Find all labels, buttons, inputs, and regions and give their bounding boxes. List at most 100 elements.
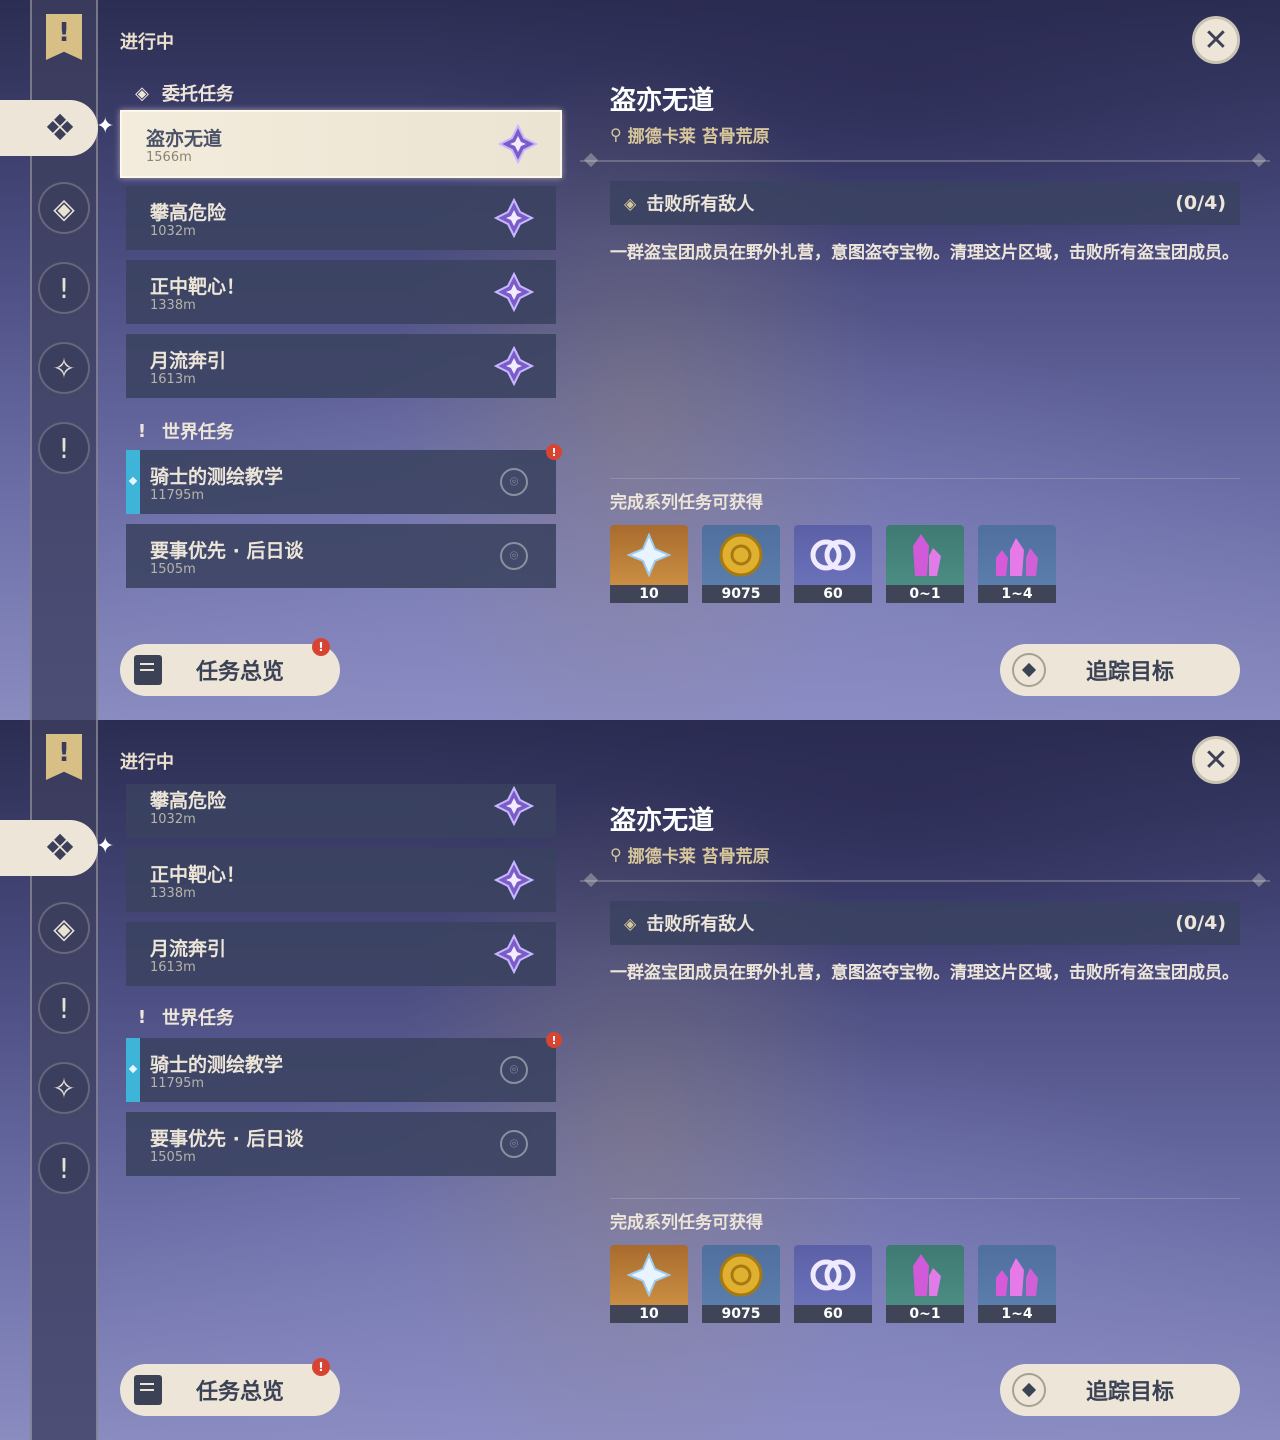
- quest-item[interactable]: 正中靶心！ 1338m: [126, 260, 556, 324]
- reward-mora[interactable]: 9075: [702, 525, 780, 603]
- rail-story-tab[interactable]: !: [38, 262, 90, 314]
- commission-star-icon: [494, 198, 534, 238]
- quest-title: 盗亦无道: [146, 128, 223, 150]
- quest-overview-label: 任务总览: [196, 660, 285, 685]
- commission-star-icon: [494, 934, 534, 974]
- reward-count: 1~4: [978, 585, 1056, 603]
- reward-count: 0~1: [886, 585, 964, 603]
- rail-archon-tab[interactable]: ◈: [38, 182, 90, 234]
- quest-distance: 1613m: [150, 960, 196, 975]
- reward-primogem[interactable]: 10: [610, 525, 688, 603]
- divider: [610, 1198, 1240, 1199]
- status-heading: 进行中: [120, 32, 174, 53]
- rewards-label: 完成系列任务可获得: [610, 1213, 763, 1233]
- objective-text: 击败所有敌人: [646, 194, 755, 215]
- commission-icon: ❖: [43, 107, 77, 149]
- close-button[interactable]: ✕: [1192, 16, 1240, 64]
- map-pin-icon[interactable]: ⌾: [500, 542, 528, 570]
- commission-group-label: 委托任务: [162, 84, 234, 105]
- quest-distance: 11795m: [150, 1076, 205, 1091]
- commission-star-icon: [494, 272, 534, 312]
- map-pin-icon[interactable]: ⌾: [500, 1056, 528, 1084]
- quest-panel-top: ! ❖ ✦ ◈ ! ✧ ! 进行中 ◈ 委托任务 盗亦无道 1566m 攀高危险…: [0, 0, 1280, 720]
- quest-title: 攀高危险: [150, 790, 227, 812]
- rail-commission-tab[interactable]: ❖: [0, 100, 98, 156]
- quest-distance: 1032m: [150, 812, 196, 827]
- alert-badge: !: [312, 1358, 330, 1376]
- reward-companionship[interactable]: 60: [794, 1245, 872, 1323]
- objective-text: 击败所有敌人: [646, 914, 755, 935]
- detail-location: ⚲ 挪德卡莱 苔骨荒原: [610, 842, 770, 867]
- alert-badge: !: [312, 638, 330, 656]
- world-group-heading: ! 世界任务: [132, 418, 234, 444]
- quest-overview-button[interactable]: 任务总览 !: [120, 638, 340, 696]
- reward-count: 60: [794, 1305, 872, 1323]
- map-pin-icon[interactable]: ⌾: [500, 1130, 528, 1158]
- quest-item[interactable]: 要事优先 · 后日谈 1505m ⌾: [126, 1112, 556, 1176]
- divider: [580, 880, 1270, 882]
- reward-crystal[interactable]: 0~1: [886, 1245, 964, 1323]
- quest-item-active[interactable]: 盗亦无道 1566m: [120, 110, 562, 178]
- track-target-button[interactable]: 追踪目标: [1000, 1364, 1240, 1416]
- reward-crystal[interactable]: 0~1: [886, 525, 964, 603]
- quest-item[interactable]: 月流奔引 1613m: [126, 334, 556, 398]
- quest-item[interactable]: 攀高危险 1032m: [126, 784, 556, 838]
- commission-star-icon: [498, 124, 538, 164]
- quest-description: 一群盗宝团成员在野外扎营，意图盗夺宝物。清理这片区域，击败所有盗宝团成员。: [610, 963, 1239, 983]
- detail-title: 盗亦无道: [610, 806, 715, 836]
- track-target-button[interactable]: 追踪目标: [1000, 644, 1240, 696]
- track-target-label: 追踪目标: [1086, 660, 1175, 685]
- commission-star-icon: [494, 346, 534, 386]
- map-pin-icon[interactable]: ⌾: [500, 468, 528, 496]
- reward-primogem[interactable]: 10: [610, 1245, 688, 1323]
- quest-list-viewport[interactable]: 攀高危险 1032m 正中靶心！ 1338m 月流奔引 1613m ! 世界任务: [0, 784, 580, 1204]
- quest-distance: 1505m: [150, 562, 196, 577]
- quest-title: 骑士的测绘教学: [150, 1054, 284, 1076]
- objective-row: ◈ 击败所有敌人 (0/4): [610, 181, 1240, 225]
- quest-title: 攀高危险: [150, 202, 227, 224]
- quest-overview-button[interactable]: 任务总览 !: [120, 1358, 340, 1416]
- reward-count: 10: [610, 1305, 688, 1323]
- world-exclamation-icon: !: [137, 1006, 147, 1028]
- quest-book-icon: [134, 655, 162, 685]
- close-button[interactable]: ✕: [1192, 736, 1240, 784]
- sparkle-icon: ✦: [96, 114, 115, 139]
- quest-item[interactable]: 月流奔引 1613m: [126, 922, 556, 986]
- alert-badge: !: [546, 444, 562, 460]
- reward-mora[interactable]: 9075: [702, 1245, 780, 1323]
- detail-location: ⚲ 挪德卡莱 苔骨荒原: [610, 122, 770, 147]
- reward-crystal-cluster[interactable]: 1~4: [978, 525, 1056, 603]
- commission-star-icon: [494, 786, 534, 826]
- quest-distance: 1505m: [150, 1150, 196, 1165]
- rail-world-tab[interactable]: !: [38, 422, 90, 474]
- commission-diamond-icon: ◈: [135, 82, 149, 104]
- quest-item[interactable]: 攀高危险 1032m: [126, 186, 556, 250]
- reward-companionship[interactable]: 60: [794, 525, 872, 603]
- quest-distance: 1338m: [150, 298, 196, 313]
- reward-count: 0~1: [886, 1305, 964, 1323]
- location-text: 挪德卡莱 苔骨荒原: [627, 847, 770, 867]
- quest-item[interactable]: 正中靶心！ 1338m: [126, 848, 556, 912]
- quest-distance: 11795m: [150, 488, 205, 503]
- quest-item[interactable]: 要事优先 · 后日谈 1505m ⌾: [126, 524, 556, 588]
- companionship-exp-icon: [810, 1259, 856, 1291]
- reward-count: 1~4: [978, 1305, 1056, 1323]
- close-icon: ✕: [1203, 22, 1229, 58]
- mora-icon: [719, 533, 763, 577]
- location-text: 挪德卡莱 苔骨荒原: [627, 127, 770, 147]
- quest-title: 正中靶心！: [150, 864, 246, 886]
- rail-event-tab[interactable]: ✧: [38, 342, 90, 394]
- objective-progress: (0/4): [1175, 912, 1226, 934]
- reward-count: 9075: [702, 585, 780, 603]
- quest-item-tracked[interactable]: 骑士的测绘教学 11795m ⌾ !: [126, 444, 562, 514]
- quest-title: 要事优先 · 后日谈: [150, 540, 304, 562]
- track-diamond-icon: [1012, 1373, 1046, 1407]
- close-icon: ✕: [1203, 742, 1229, 778]
- quest-distance: 1566m: [146, 150, 192, 165]
- world-quest-icon: !: [58, 431, 70, 465]
- quest-item-tracked[interactable]: 骑士的测绘教学 11795m ⌾ !: [126, 1032, 562, 1102]
- objective-diamond-icon: ◈: [624, 193, 637, 213]
- rewards-row: 10 9075 60 0~1 1~4: [610, 525, 1056, 603]
- story-quest-icon: !: [58, 271, 70, 305]
- reward-crystal-cluster[interactable]: 1~4: [978, 1245, 1056, 1323]
